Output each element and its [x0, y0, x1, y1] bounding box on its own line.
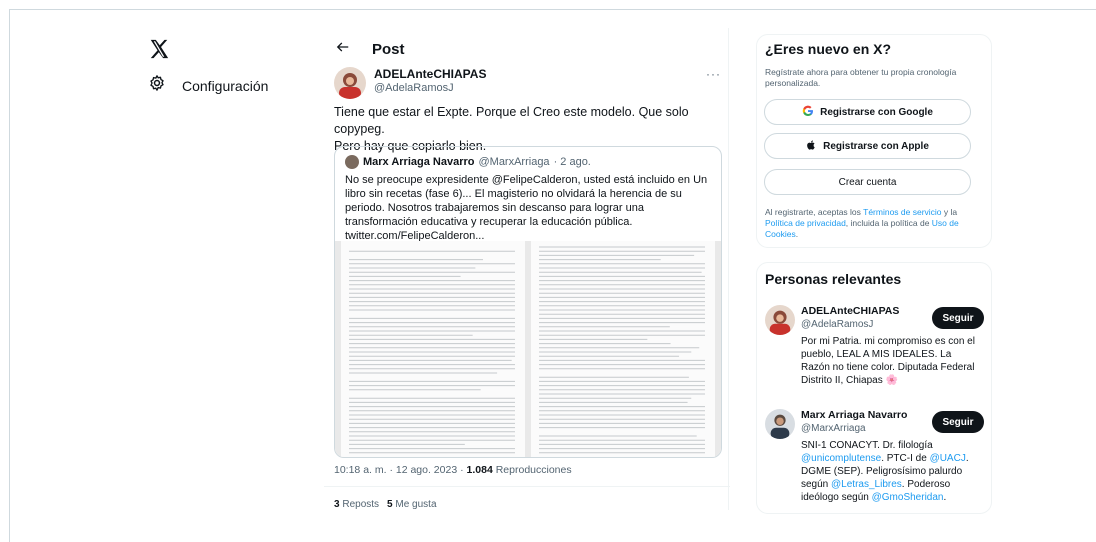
page-title: Post — [372, 41, 405, 58]
privacy-link[interactable]: Política de privacidad — [765, 218, 846, 228]
nav-settings-label: Configuración — [182, 78, 268, 94]
google-signup-button[interactable]: Registrarse con Google — [764, 99, 971, 125]
x-logo-icon[interactable] — [148, 38, 170, 60]
author-handle[interactable]: @AdelaRamosJ — [374, 81, 486, 95]
arrow-left-icon[interactable] — [336, 40, 350, 59]
gear-icon — [148, 74, 166, 97]
avatar[interactable] — [765, 305, 795, 335]
person-bio: SNI-1 CONACYT. Dr. filología @unicomplut… — [801, 439, 981, 504]
relevant-people-title: Personas relevantes — [765, 271, 901, 287]
avatar[interactable] — [765, 409, 795, 439]
quoted-author-handle: @MarxArriaga — [478, 156, 549, 168]
post-text-line: Tiene que estar el Expte. Porque el Creo… — [334, 104, 730, 138]
person-handle[interactable]: @MarxArriaga — [801, 423, 866, 434]
author-name[interactable]: ADELAnteCHIAPAS — [374, 67, 486, 81]
avatar — [345, 155, 359, 169]
mention-link[interactable]: @Letras_Libres — [831, 479, 902, 490]
follow-button[interactable]: Seguir — [932, 411, 984, 433]
post-author[interactable]: ADELAnteCHIAPAS @AdelaRamosJ — [334, 67, 486, 99]
terms-link[interactable]: Términos de servicio — [863, 207, 941, 217]
divider — [324, 486, 730, 487]
views-label: Reproducciones — [496, 464, 572, 476]
mention-link[interactable]: @unicomplutense — [801, 453, 881, 464]
post-meta: 10:18 a. m. · 12 ago. 2023 · 1.084 Repro… — [334, 464, 572, 476]
mention-link[interactable]: @GmoSheridan — [872, 492, 944, 503]
signup-title: ¿Eres nuevo en X? — [765, 41, 891, 57]
apple-icon — [806, 139, 817, 154]
create-account-button[interactable]: Crear cuenta — [764, 169, 971, 195]
mention-link[interactable]: @UACJ — [930, 453, 966, 464]
quoted-author-name: Marx Arriaga Navarro — [363, 156, 474, 168]
person-handle[interactable]: @AdelaRamosJ — [801, 319, 873, 330]
more-options-icon[interactable]: ··· — [706, 67, 721, 81]
likes-stat[interactable]: 5 Me gusta — [387, 499, 436, 510]
signup-legal-text: Al registrarte, aceptas los Términos de … — [765, 207, 981, 240]
signup-subtitle: Regístrate ahora para obtener tu propia … — [765, 67, 981, 89]
apple-signup-button[interactable]: Registrarse con Apple — [764, 133, 971, 159]
quoted-post-text: No se preocupe expresidente @FelipeCalde… — [345, 173, 715, 243]
google-icon — [802, 105, 814, 120]
avatar[interactable] — [334, 67, 366, 99]
views-count: 1.084 — [467, 464, 493, 476]
quoted-post[interactable]: Marx Arriaga Navarro @MarxArriaga · 2 ag… — [334, 146, 722, 458]
quoted-post-date: · 2 ago. — [554, 156, 591, 168]
person-name[interactable]: ADELAnteCHIAPAS — [801, 305, 899, 317]
post-stats: 3 Reposts 5 Me gusta — [334, 499, 437, 510]
reposts-stat[interactable]: 3 Reposts — [334, 499, 379, 510]
person-name[interactable]: Marx Arriaga Navarro — [801, 409, 907, 421]
post-header: Post — [336, 40, 405, 59]
person-bio: Por mi Patria. mi compromiso es con el p… — [801, 335, 981, 387]
quoted-post-header: Marx Arriaga Navarro @MarxArriaga · 2 ag… — [345, 155, 591, 169]
quoted-post-image[interactable] — [335, 241, 721, 457]
signup-card: ¿Eres nuevo en X? Regístrate ahora para … — [756, 34, 992, 248]
follow-button[interactable]: Seguir — [932, 307, 984, 329]
column-divider — [728, 28, 729, 510]
post-timestamp[interactable]: 10:18 a. m. · 12 ago. 2023 · — [334, 464, 467, 476]
nav-settings[interactable]: Configuración — [148, 74, 268, 97]
relevant-people-card: Personas relevantes ADELAnteCHIAPAS @Ade… — [756, 262, 992, 514]
